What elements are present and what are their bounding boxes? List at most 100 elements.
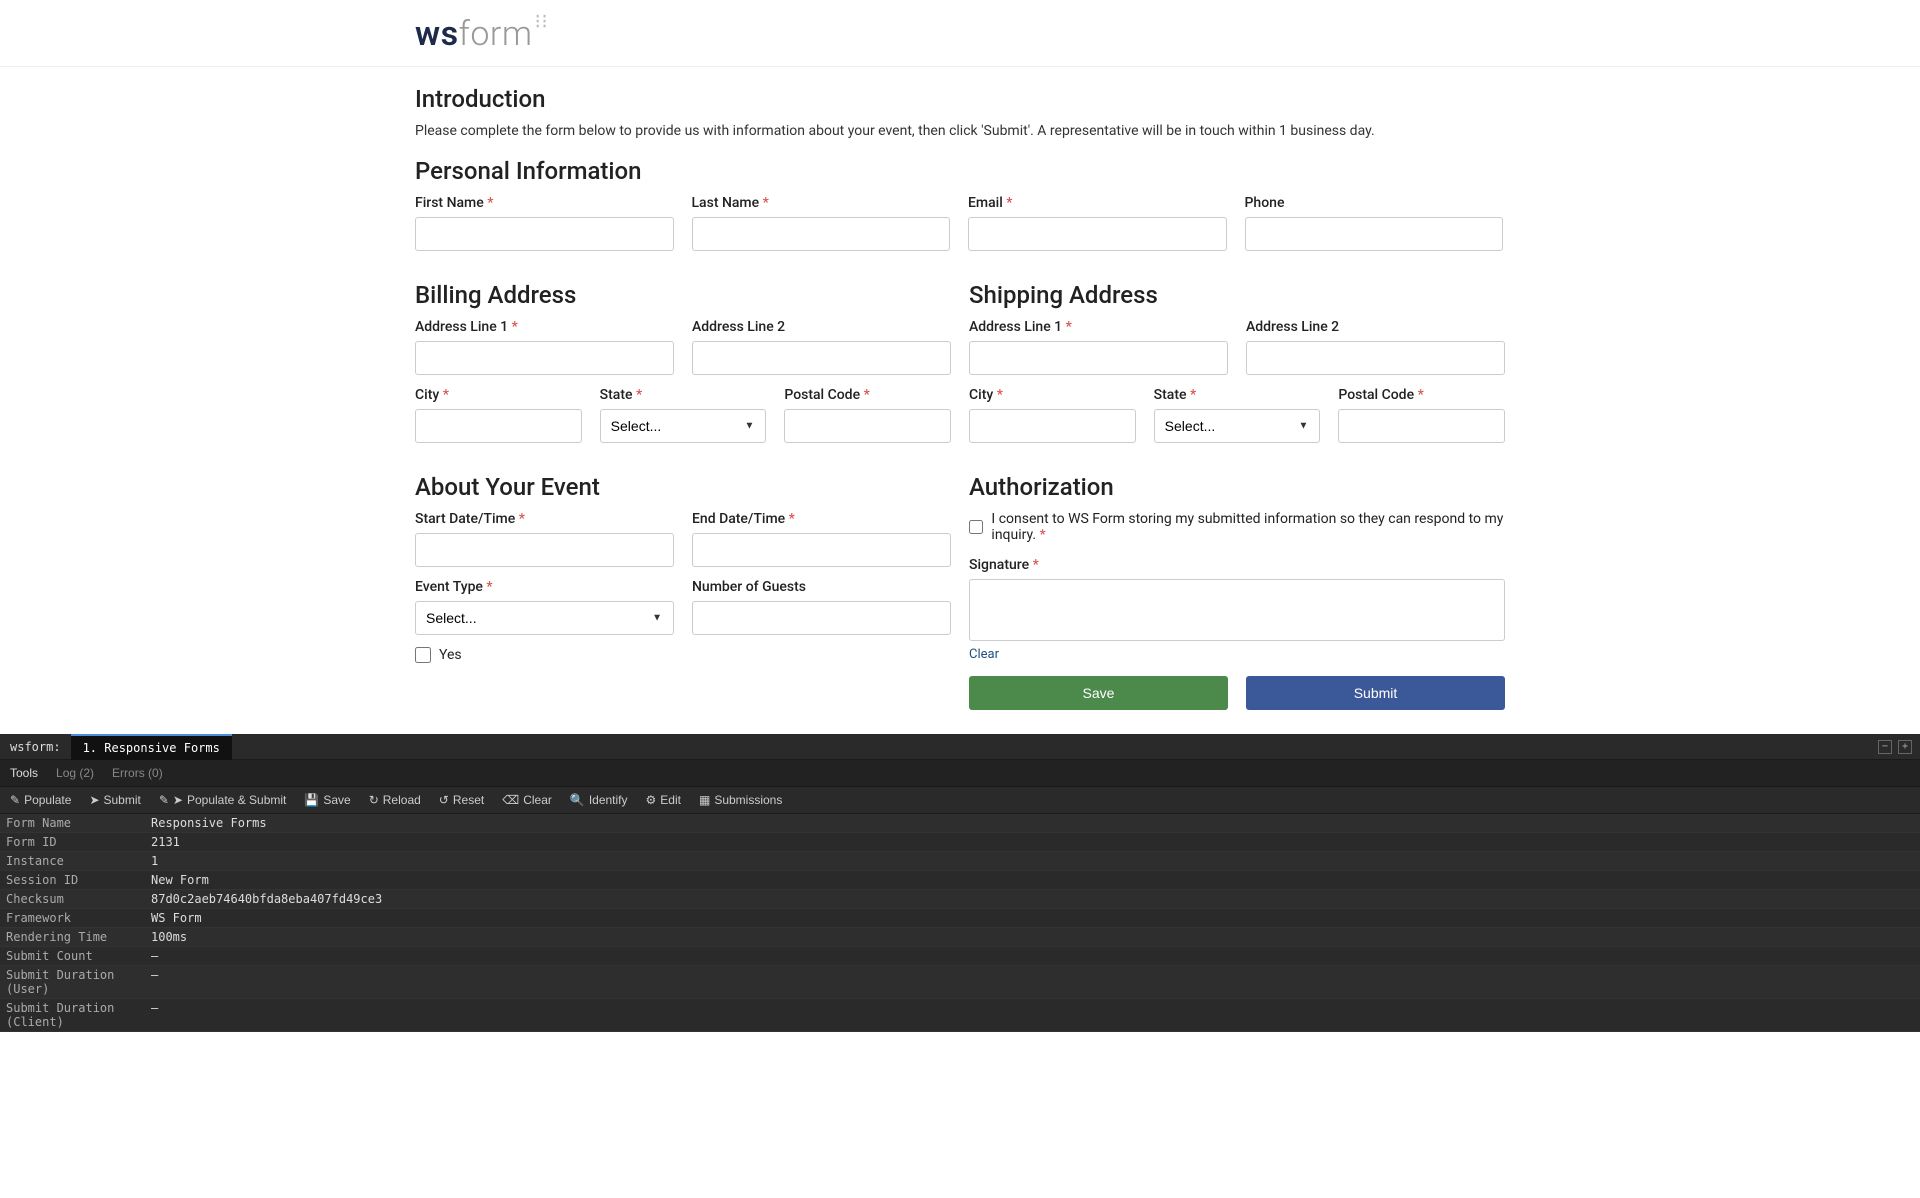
debug-row-value: WS Form	[145, 909, 208, 927]
billing-state-select[interactable]: Select...	[600, 409, 767, 443]
event-heading: About Your Event	[415, 473, 951, 501]
debug-populate-button[interactable]: ✎Populate	[10, 793, 71, 807]
debug-row-value: 2131	[145, 833, 186, 851]
expand-icon[interactable]: +	[1898, 740, 1912, 754]
start-dt-label: Start Date/Time *	[415, 511, 674, 527]
debug-row-key: Checksum	[0, 890, 145, 908]
billing-heading: Billing Address	[415, 281, 951, 309]
personal-heading: Personal Information	[415, 157, 1505, 185]
shipping-heading: Shipping Address	[969, 281, 1505, 309]
debug-populate-submit-button[interactable]: ✎➤Populate & Submit	[159, 793, 287, 807]
pencil-icon: ✎	[159, 793, 169, 807]
logo: wsform⁝⁝	[415, 14, 548, 54]
debug-row-key: Form Name	[0, 814, 145, 832]
email-label: Email *	[968, 195, 1227, 211]
debug-row: Submit Duration (Client)–	[0, 999, 1920, 1032]
debug-row: Session IDNew Form	[0, 871, 1920, 890]
shipping-addr2-label: Address Line 2	[1246, 319, 1505, 335]
first-name-input[interactable]	[415, 217, 674, 251]
yes-checkbox[interactable]	[415, 647, 431, 663]
submit-button[interactable]: Submit	[1246, 676, 1505, 710]
signature-label: Signature *	[969, 557, 1505, 573]
eraser-icon: ⌫	[502, 793, 519, 807]
search-icon: 🔍	[570, 793, 585, 807]
billing-addr2-input[interactable]	[692, 341, 951, 375]
minimize-icon[interactable]: −	[1878, 740, 1892, 754]
debug-clear-button[interactable]: ⌫Clear	[502, 793, 552, 807]
start-dt-input[interactable]	[415, 533, 674, 567]
billing-addr2-label: Address Line 2	[692, 319, 951, 335]
debug-row-value: –	[145, 999, 164, 1031]
debug-save-button[interactable]: 💾Save	[304, 793, 350, 807]
shipping-city-label: City *	[969, 387, 1136, 403]
debug-row-value: Responsive Forms	[145, 814, 273, 832]
phone-label: Phone	[1245, 195, 1504, 211]
last-name-input[interactable]	[692, 217, 951, 251]
pencil-icon: ✎	[10, 793, 20, 807]
debug-row-key: Instance	[0, 852, 145, 870]
debug-row: Rendering Time100ms	[0, 928, 1920, 947]
debug-row-value: 100ms	[145, 928, 193, 946]
shipping-state-select[interactable]: Select...	[1154, 409, 1321, 443]
debug-row: Submit Duration (User)–	[0, 966, 1920, 999]
debug-submit-button[interactable]: ➤Submit	[89, 793, 140, 807]
debug-row: Submit Count–	[0, 947, 1920, 966]
debug-row-key: Form ID	[0, 833, 145, 851]
phone-input[interactable]	[1245, 217, 1504, 251]
billing-addr1-label: Address Line 1 *	[415, 319, 674, 335]
debug-row-value: 1	[145, 852, 164, 870]
billing-state-label: State *	[600, 387, 767, 403]
debug-identify-button[interactable]: 🔍Identify	[570, 793, 628, 807]
debug-row: Instance1	[0, 852, 1920, 871]
debug-form-tab[interactable]: 1. Responsive Forms	[71, 734, 232, 760]
reload-icon: ↻	[369, 793, 379, 807]
save-icon: 💾	[304, 793, 319, 807]
end-dt-input[interactable]	[692, 533, 951, 567]
debug-row-value: –	[145, 947, 164, 965]
clear-signature-link[interactable]: Clear	[969, 647, 999, 662]
event-type-label: Event Type *	[415, 579, 674, 595]
signature-pad[interactable]	[969, 579, 1505, 641]
billing-addr1-input[interactable]	[415, 341, 674, 375]
grid-icon: ▦	[699, 793, 710, 807]
email-input[interactable]	[968, 217, 1227, 251]
event-type-select[interactable]: Select...	[415, 601, 674, 635]
debug-submissions-button[interactable]: ▦Submissions	[699, 793, 782, 807]
debug-edit-button[interactable]: ⚙Edit	[646, 793, 681, 807]
debug-tab-errors[interactable]: Errors (0)	[112, 766, 163, 780]
debug-row-key: Framework	[0, 909, 145, 927]
consent-checkbox[interactable]	[969, 519, 983, 535]
shipping-city-input[interactable]	[969, 409, 1136, 443]
gear-icon: ⚙	[646, 793, 657, 807]
debug-row-key: Submit Duration (Client)	[0, 999, 145, 1031]
debug-row-value: New Form	[145, 871, 215, 889]
shipping-addr2-input[interactable]	[1246, 341, 1505, 375]
shipping-postal-input[interactable]	[1338, 409, 1505, 443]
debug-tab-tools[interactable]: Tools	[10, 766, 38, 780]
last-name-label: Last Name *	[692, 195, 951, 211]
shipping-postal-label: Postal Code *	[1338, 387, 1505, 403]
debug-row-value: 87d0c2aeb74640bfda8eba407fd49ce3	[145, 890, 388, 908]
billing-city-label: City *	[415, 387, 582, 403]
debug-row-key: Rendering Time	[0, 928, 145, 946]
debug-row: Checksum87d0c2aeb74640bfda8eba407fd49ce3	[0, 890, 1920, 909]
arrow-icon: ➤	[173, 793, 183, 807]
billing-city-input[interactable]	[415, 409, 582, 443]
debug-tab-log[interactable]: Log (2)	[56, 766, 94, 780]
intro-heading: Introduction	[415, 85, 1505, 113]
guests-label: Number of Guests	[692, 579, 951, 595]
billing-postal-input[interactable]	[784, 409, 951, 443]
guests-input[interactable]	[692, 601, 951, 635]
yes-label: Yes	[439, 647, 462, 663]
shipping-state-label: State *	[1154, 387, 1321, 403]
shipping-addr1-label: Address Line 1 *	[969, 319, 1228, 335]
debug-row-key: Submit Duration (User)	[0, 966, 145, 998]
debug-row: FrameworkWS Form	[0, 909, 1920, 928]
debug-reset-button[interactable]: ↺Reset	[439, 793, 484, 807]
save-button[interactable]: Save	[969, 676, 1228, 710]
billing-postal-label: Postal Code *	[784, 387, 951, 403]
debug-row-value: –	[145, 966, 164, 998]
intro-text: Please complete the form below to provid…	[415, 123, 1505, 139]
shipping-addr1-input[interactable]	[969, 341, 1228, 375]
debug-reload-button[interactable]: ↻Reload	[369, 793, 421, 807]
